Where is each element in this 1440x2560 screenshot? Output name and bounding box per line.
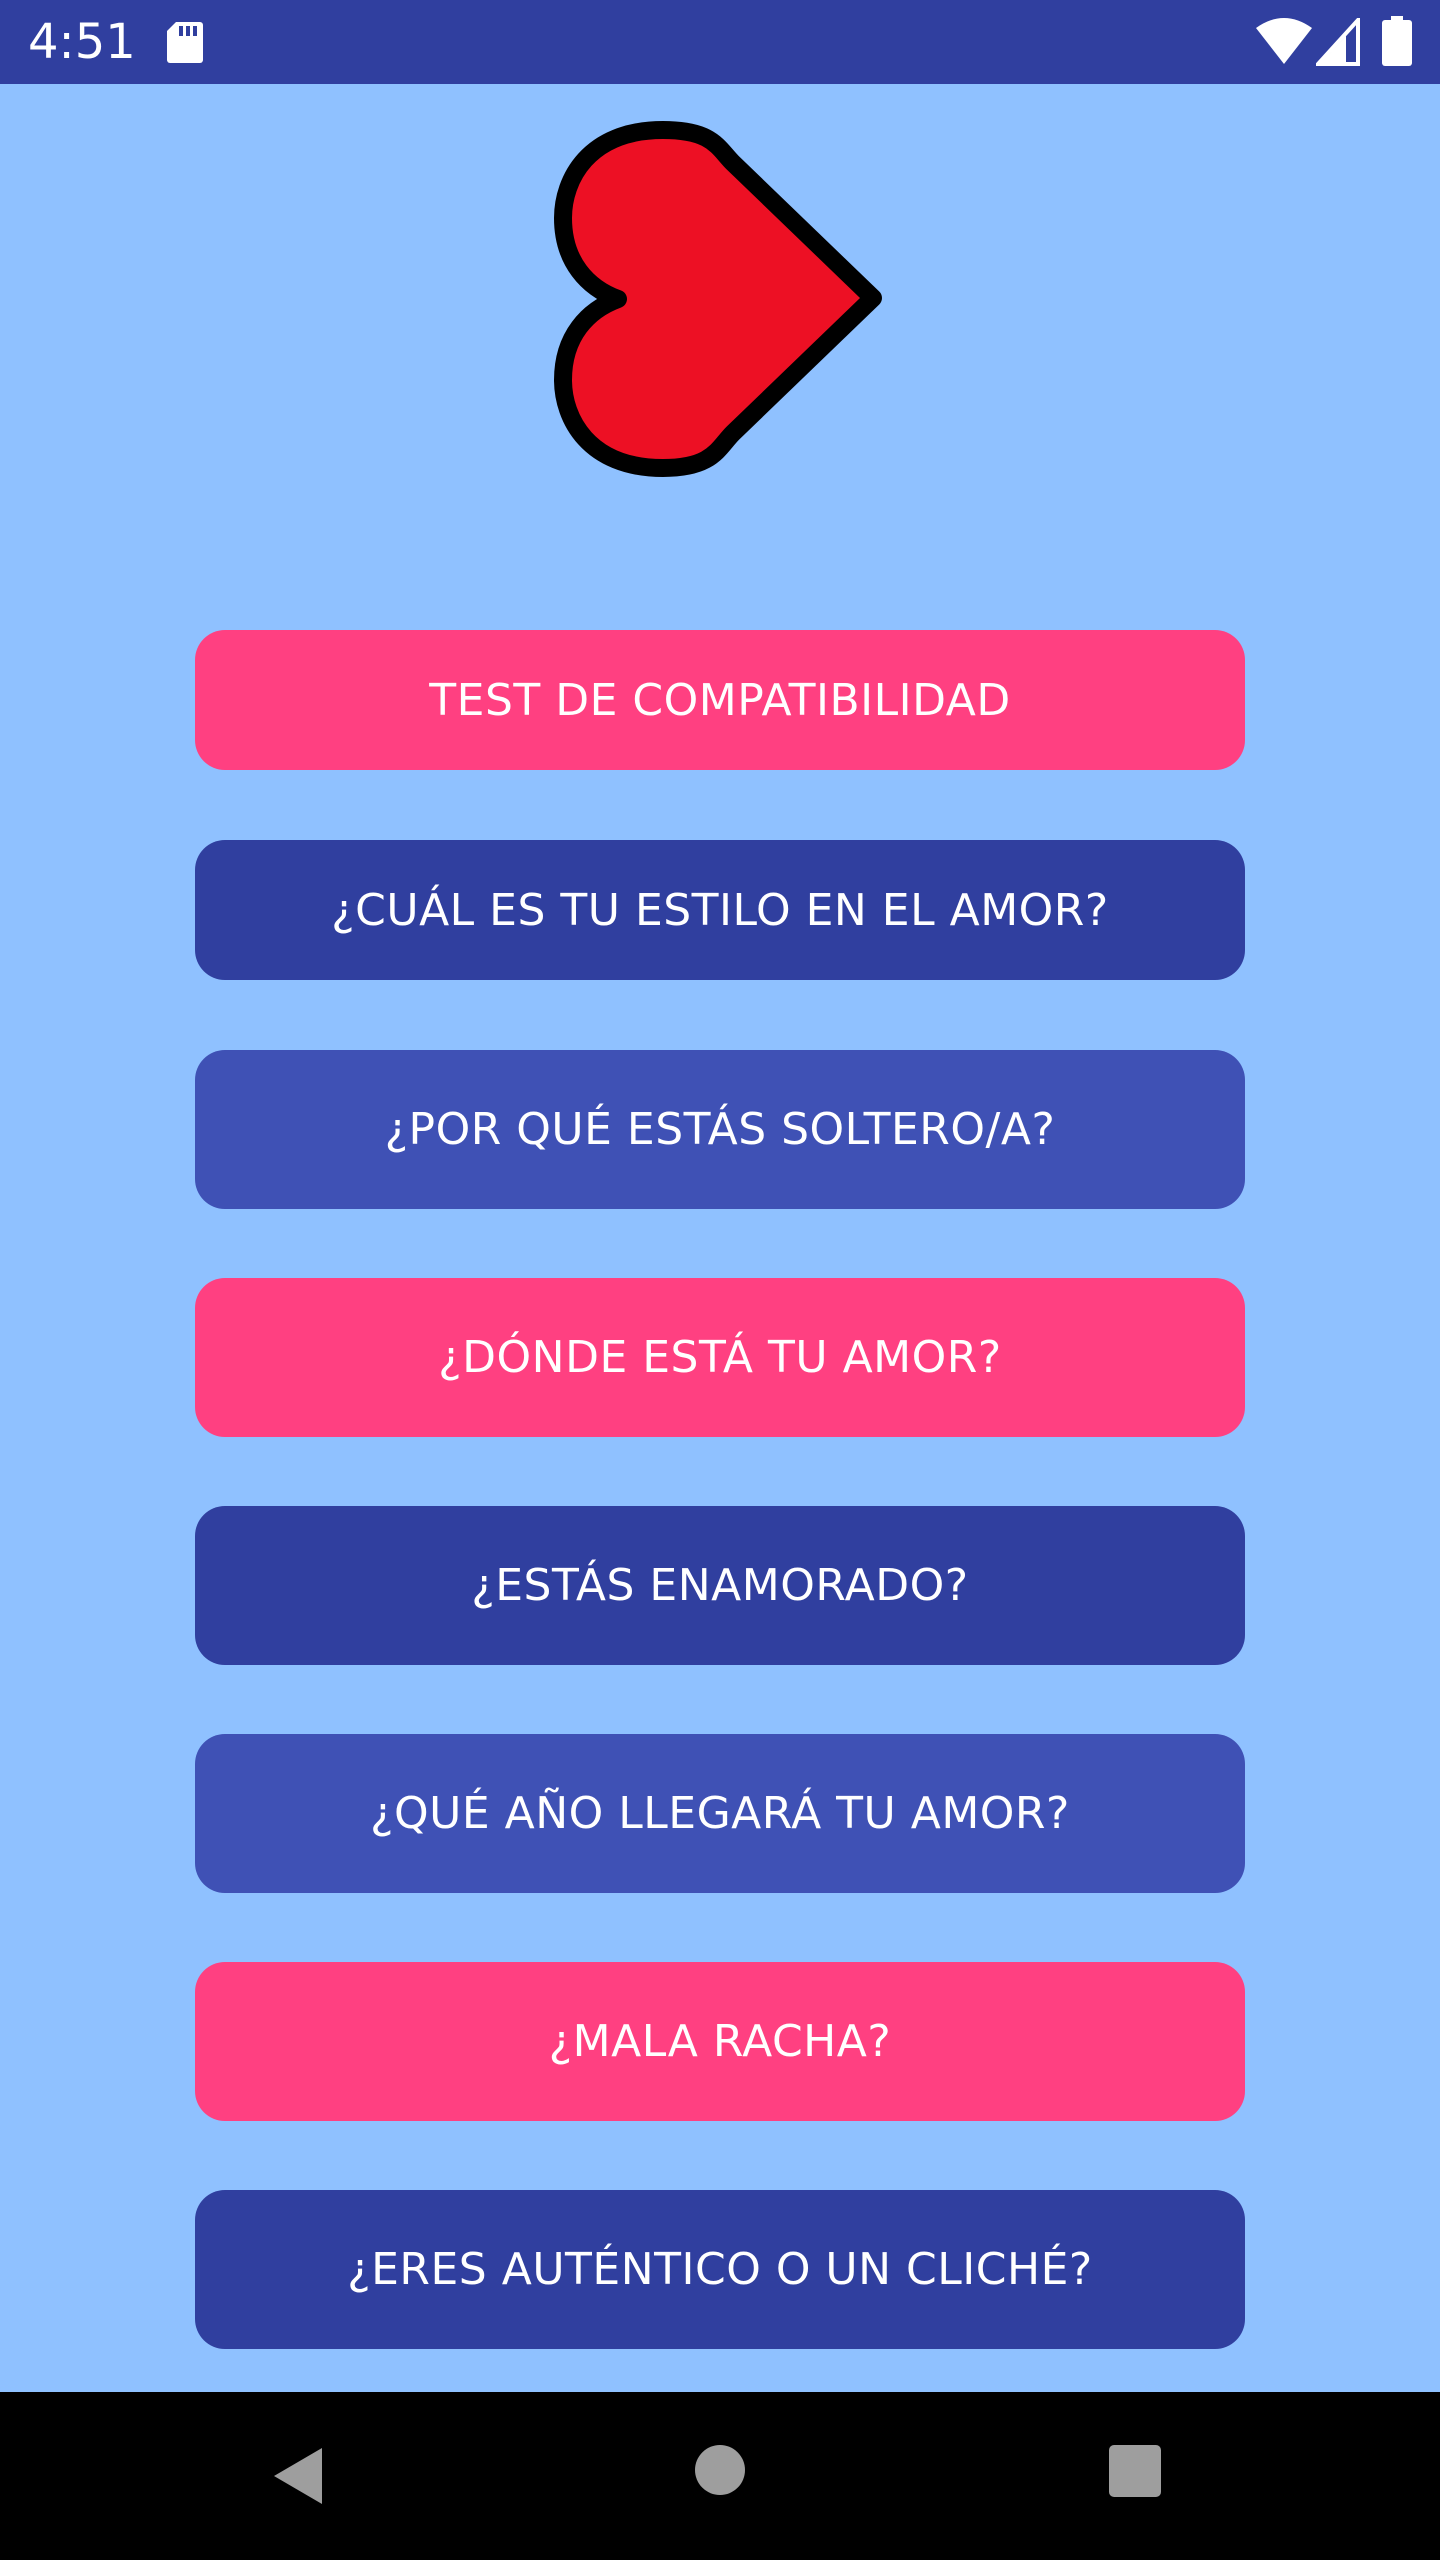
- why-single-button[interactable]: ¿POR QUÉ ESTÁS SOLTERO/A?: [195, 1050, 1245, 1209]
- status-bar: 4:51: [0, 0, 1440, 84]
- sd-card-icon: [167, 22, 203, 63]
- heart-icon: [554, 121, 882, 477]
- authentic-or-cliche-button[interactable]: ¿ERES AUTÉNTICO O UN CLICHÉ?: [195, 2190, 1245, 2349]
- back-icon[interactable]: [270, 2444, 326, 2508]
- where-is-love-button[interactable]: ¿DÓNDE ESTÁ TU AMOR?: [195, 1278, 1245, 1437]
- love-year-button[interactable]: ¿QUÉ AÑO LLEGARÁ TU AMOR?: [195, 1734, 1245, 1893]
- battery-icon: [1382, 16, 1412, 66]
- heart-logo: [548, 118, 888, 478]
- status-time: 4:51: [28, 14, 136, 70]
- compatibility-test-button[interactable]: TEST DE COMPATIBILIDAD: [195, 630, 1245, 770]
- signal-icon: [1316, 18, 1360, 66]
- in-love-button[interactable]: ¿ESTÁS ENAMORADO?: [195, 1506, 1245, 1665]
- home-icon[interactable]: [694, 2444, 746, 2496]
- app-screen: 4:51 TEST DE COMPATIBILIDAD ¿CUÁL ES TU …: [0, 0, 1440, 2560]
- navigation-bar: [0, 2392, 1440, 2560]
- recents-icon[interactable]: [1108, 2444, 1162, 2498]
- love-style-button[interactable]: ¿CUÁL ES TU ESTILO EN EL AMOR?: [195, 840, 1245, 980]
- heart-shape: [554, 121, 882, 477]
- wifi-icon: [1256, 18, 1312, 64]
- bad-streak-button[interactable]: ¿MALA RACHA?: [195, 1962, 1245, 2121]
